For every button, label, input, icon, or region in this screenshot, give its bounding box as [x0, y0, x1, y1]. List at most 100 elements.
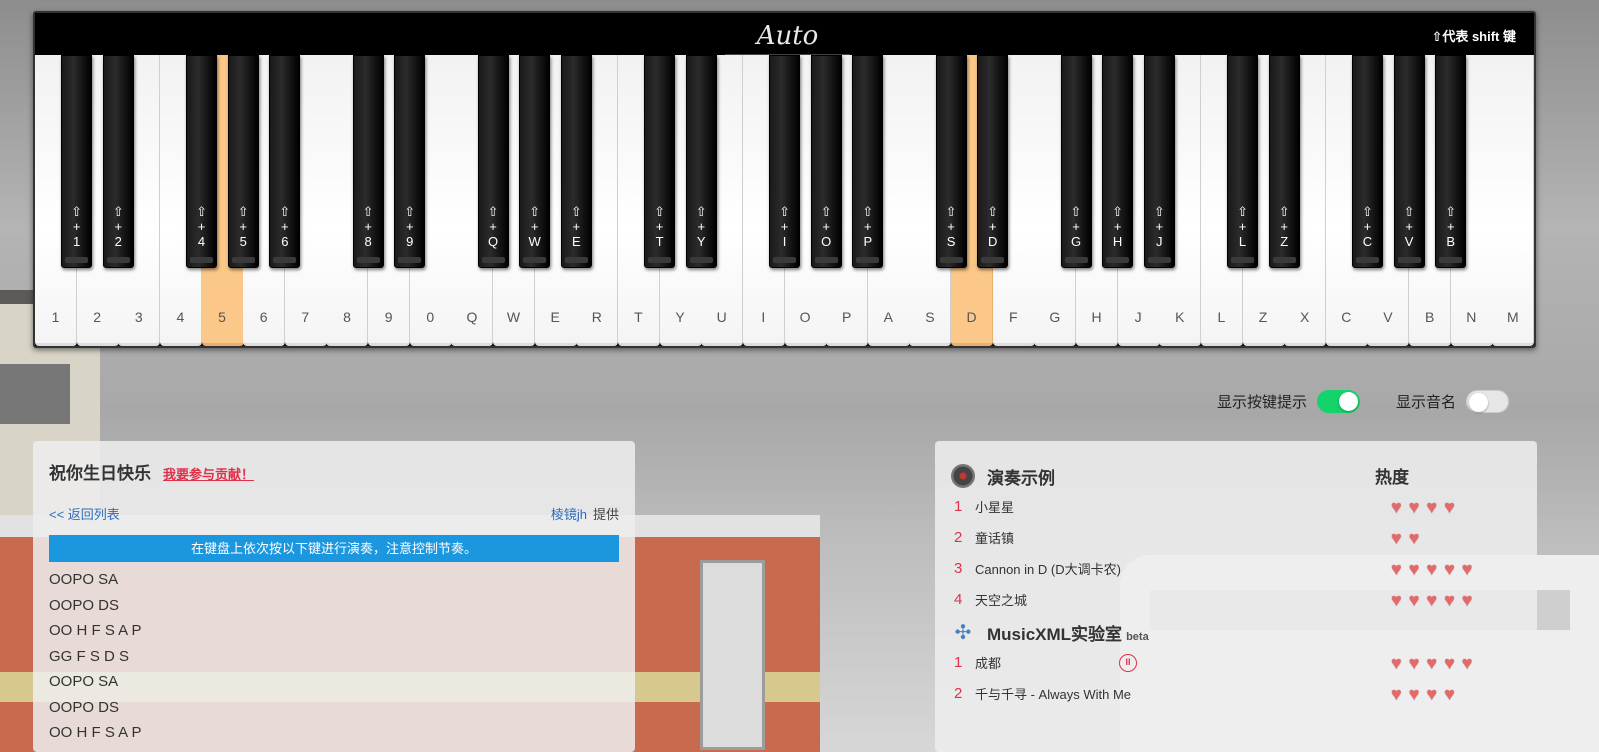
plus-symbol: + — [405, 219, 414, 234]
plus-symbol: + — [239, 219, 247, 234]
black-key-2[interactable]: ⇧ +2 — [102, 55, 134, 268]
list-item[interactable]: 2 千与千寻 - Always With Me ♥ ♥ ♥ ♥ — [951, 678, 1521, 709]
white-key-label: G — [1049, 309, 1061, 325]
black-key-s[interactable]: ⇧ + S — [935, 55, 967, 268]
black-key-label: ⇧ + J — [1145, 204, 1174, 249]
black-key-char: 5 — [239, 234, 247, 249]
black-key-o[interactable]: ⇧ + O — [810, 55, 842, 268]
white-key-label: 1 — [51, 309, 60, 325]
black-key-6[interactable]: ⇧ +6 — [269, 55, 301, 268]
key-hint-toggle[interactable] — [1316, 390, 1360, 413]
black-key-char: T — [655, 234, 664, 249]
black-key-g[interactable]: ⇧ + G — [1060, 55, 1092, 268]
pause-icon[interactable]: II — [1119, 653, 1137, 672]
white-key-label: B — [1424, 309, 1435, 325]
examples-title: 演奏示例 — [987, 468, 1055, 488]
black-key-5[interactable]: ⇧ +5 — [227, 55, 259, 268]
author-link[interactable]: 棱镜jh — [551, 507, 587, 522]
plus-symbol: + — [1113, 219, 1122, 234]
black-key-v[interactable]: ⇧ + V — [1393, 55, 1425, 268]
black-key-d[interactable]: ⇧ + D — [977, 55, 1009, 268]
list-item-title[interactable]: 天空之城 — [975, 590, 1385, 609]
score-line: OOPO DS — [49, 698, 120, 716]
black-key-q[interactable]: ⇧ + Q — [477, 55, 509, 268]
black-key-c[interactable]: ⇧ + C — [1351, 55, 1383, 268]
black-key-label: ⇧ +6 — [270, 204, 299, 249]
heart-icon: ♥ — [1408, 496, 1420, 517]
black-key-j[interactable]: ⇧ + J — [1143, 55, 1175, 268]
white-key-label: J — [1134, 309, 1142, 325]
white-key-label: Z — [1258, 309, 1268, 325]
list-item[interactable]: 1 小星星 ♥ ♥ ♥ ♥ — [951, 491, 1521, 522]
heart-icon: ♥ — [1444, 652, 1455, 673]
black-key-4[interactable]: ⇧ +4 — [186, 55, 218, 268]
list-item-title[interactable]: Cannon in D (D大调卡农) — [975, 559, 1385, 578]
beta-badge: beta — [1126, 630, 1149, 643]
heart-icon: ♥ — [1426, 589, 1438, 610]
black-key-e[interactable]: ⇧ + E — [560, 55, 592, 268]
back-to-list-link[interactable]: << 返回列表 — [49, 504, 120, 523]
white-key-label: 6 — [259, 309, 268, 325]
list-item-title[interactable]: 小星星 — [975, 497, 1385, 516]
black-key-char: I — [782, 234, 787, 249]
black-key-w[interactable]: ⇧ + W — [519, 55, 551, 268]
list-item[interactable]: 2 童话镇 ♥ ♥ — [951, 522, 1521, 553]
black-key-t[interactable]: ⇧ + T — [644, 55, 676, 268]
white-key-m[interactable]: M — [1492, 55, 1535, 346]
shift-symbol: ⇧ — [862, 204, 874, 219]
shift-hint: ⇧代表 shift 键 — [1431, 29, 1516, 44]
heat-rating: ♥ ♥ ♥ ♥ — [1391, 685, 1455, 703]
black-key-9[interactable]: ⇧ +9 — [394, 55, 426, 268]
plus-symbol: + — [988, 219, 997, 234]
black-key-8[interactable]: ⇧ +8 — [352, 55, 384, 268]
white-key-label: 4 — [176, 309, 185, 325]
list-item[interactable]: 4 天空之城 ♥ ♥ ♥ ♥ ♥ — [951, 584, 1521, 615]
white-key-label: H — [1091, 309, 1102, 325]
black-key-char: 1 — [73, 234, 81, 249]
black-key-y[interactable]: ⇧ + Y — [685, 55, 717, 268]
black-key-b[interactable]: ⇧ + B — [1435, 55, 1467, 268]
white-key-label: V — [1383, 309, 1393, 325]
plus-symbol: + — [72, 219, 81, 234]
black-key-h[interactable]: ⇧ + H — [1102, 55, 1134, 268]
score-line: OOPO DS — [49, 596, 120, 614]
black-key-char: S — [946, 234, 956, 249]
contribute-link[interactable]: 我要参与贡献！ — [163, 464, 254, 483]
list-item[interactable]: 1 成都 II ♥ ♥ ♥ ♥ ♥ — [951, 647, 1521, 678]
shift-symbol: ⇧ — [1112, 204, 1124, 219]
shift-symbol: ⇧ — [820, 204, 832, 219]
heart-icon: ♥ — [1426, 558, 1438, 579]
list-item-title[interactable]: 童话镇 — [975, 528, 1385, 547]
heart-icon: ♥ — [1408, 527, 1420, 548]
white-key-label: 9 — [384, 309, 393, 325]
heart-icon: ♥ — [1391, 558, 1402, 579]
list-item-rank: 1 — [954, 498, 963, 515]
list-item-rank: 4 — [954, 591, 963, 608]
black-key-label: ⇧ +9 — [395, 204, 424, 249]
black-key-l[interactable]: ⇧ + L — [1227, 55, 1259, 268]
heat-rating: ♥ ♥ — [1391, 529, 1419, 547]
white-key-label: 8 — [343, 309, 351, 325]
note-name-toggle[interactable] — [1466, 390, 1509, 413]
black-key-char: Z — [1280, 234, 1289, 249]
black-key-label: ⇧ + G — [1062, 204, 1091, 249]
black-key-z[interactable]: ⇧ + Z — [1268, 55, 1300, 268]
list-item[interactable]: 3 Cannon in D (D大调卡农) ♥ ♥ ♥ ♥ ♥ — [951, 553, 1521, 584]
plus-symbol: + — [822, 219, 830, 234]
plus-symbol: + — [1238, 219, 1247, 234]
song-panel: 祝你生日快乐 我要参与贡献！ << 返回列表 棱镜jh 提供 在键盘上依次按以下键… — [33, 441, 635, 752]
black-key-char: O — [821, 234, 832, 249]
white-key-label: Y — [675, 309, 685, 325]
black-key-1[interactable]: ⇧ +1 — [61, 55, 93, 268]
list-item-title[interactable]: 成都 — [975, 653, 1385, 672]
musicxml-list: 1 成都 II ♥ ♥ ♥ ♥ ♥ 2 千与千寻 - Always With Me ♥ ♥ ♥ ♥ — [951, 647, 1521, 709]
white-key-label: 2 — [93, 309, 102, 325]
plus-symbol: + — [1280, 219, 1288, 234]
heart-icon: ♥ — [1426, 496, 1438, 517]
black-key-p[interactable]: ⇧ + P — [852, 55, 884, 268]
heat-rating: ♥ ♥ ♥ ♥ ♥ — [1391, 591, 1472, 609]
heart-icon: ♥ — [1461, 558, 1473, 579]
black-key-i[interactable]: ⇧ + I — [769, 55, 801, 268]
list-item-title[interactable]: 千与千寻 - Always With Me — [975, 684, 1385, 703]
plus-symbol: + — [114, 219, 123, 234]
